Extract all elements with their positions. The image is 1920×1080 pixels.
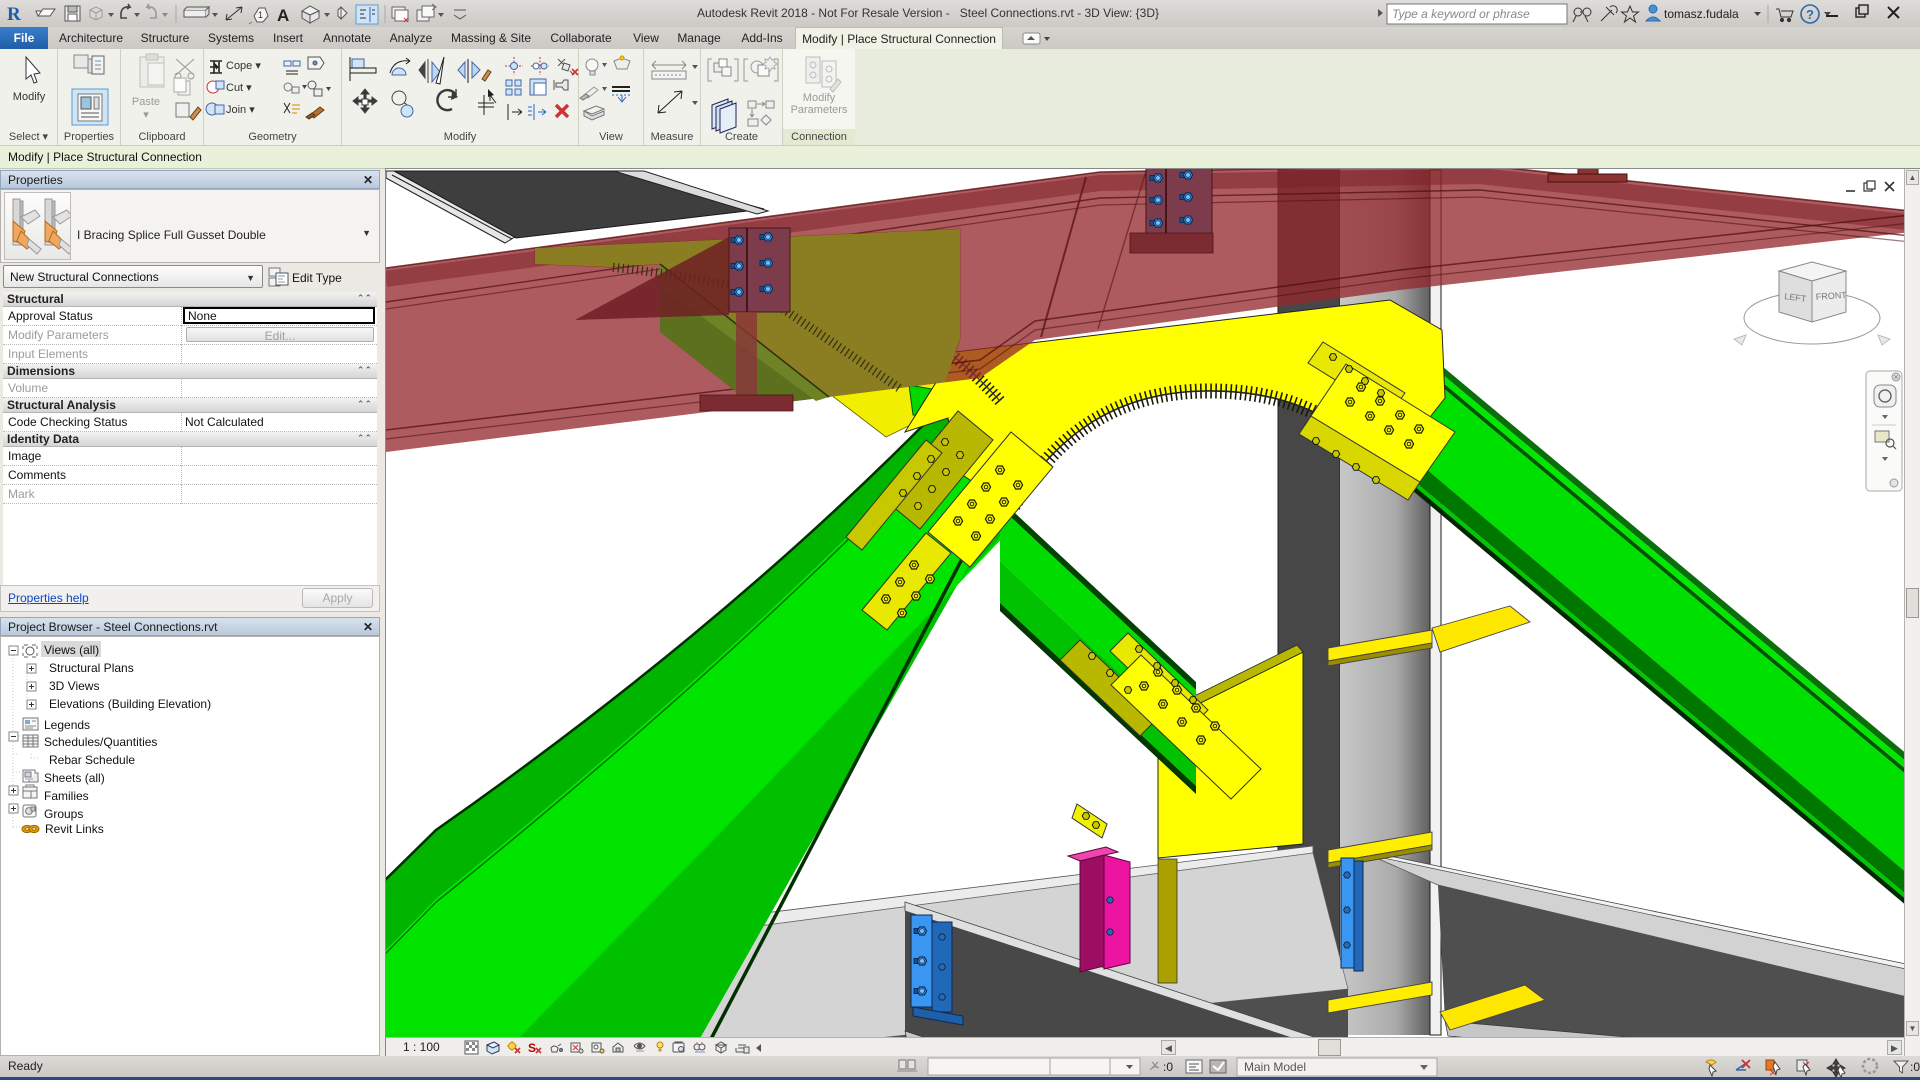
svg-text:Revit Links: Revit Links	[45, 822, 104, 836]
svg-text:Rebar Schedule: Rebar Schedule	[49, 753, 135, 767]
svg-text:Legends: Legends	[44, 718, 90, 732]
svg-text::0: :0	[1163, 1060, 1173, 1074]
svg-text:Views (all): Views (all)	[44, 643, 99, 657]
svg-text:Schedules/Quantities: Schedules/Quantities	[44, 735, 157, 749]
svg-text:A: A	[277, 6, 289, 25]
svg-text::0: :0	[1910, 1060, 1920, 1074]
svg-text:?: ?	[1806, 7, 1814, 22]
svg-text:Structural Plans: Structural Plans	[49, 661, 134, 675]
svg-text:Main Model: Main Model	[1244, 1060, 1306, 1074]
svg-text:3D Views: 3D Views	[49, 679, 99, 693]
svg-text:tomasz.fudala: tomasz.fudala	[1664, 7, 1739, 21]
svg-text:Type a keyword or phrase: Type a keyword or phrase	[1392, 7, 1530, 21]
svg-text:Sheets (all): Sheets (all)	[44, 771, 105, 785]
svg-text:1: 1	[258, 10, 263, 20]
svg-text:S: S	[528, 1041, 536, 1055]
svg-text:Groups: Groups	[44, 807, 83, 821]
svg-text:Elevations (Building Elevation: Elevations (Building Elevation)	[49, 697, 211, 711]
svg-text:R: R	[7, 4, 21, 25]
svg-text:Families: Families	[44, 789, 89, 803]
